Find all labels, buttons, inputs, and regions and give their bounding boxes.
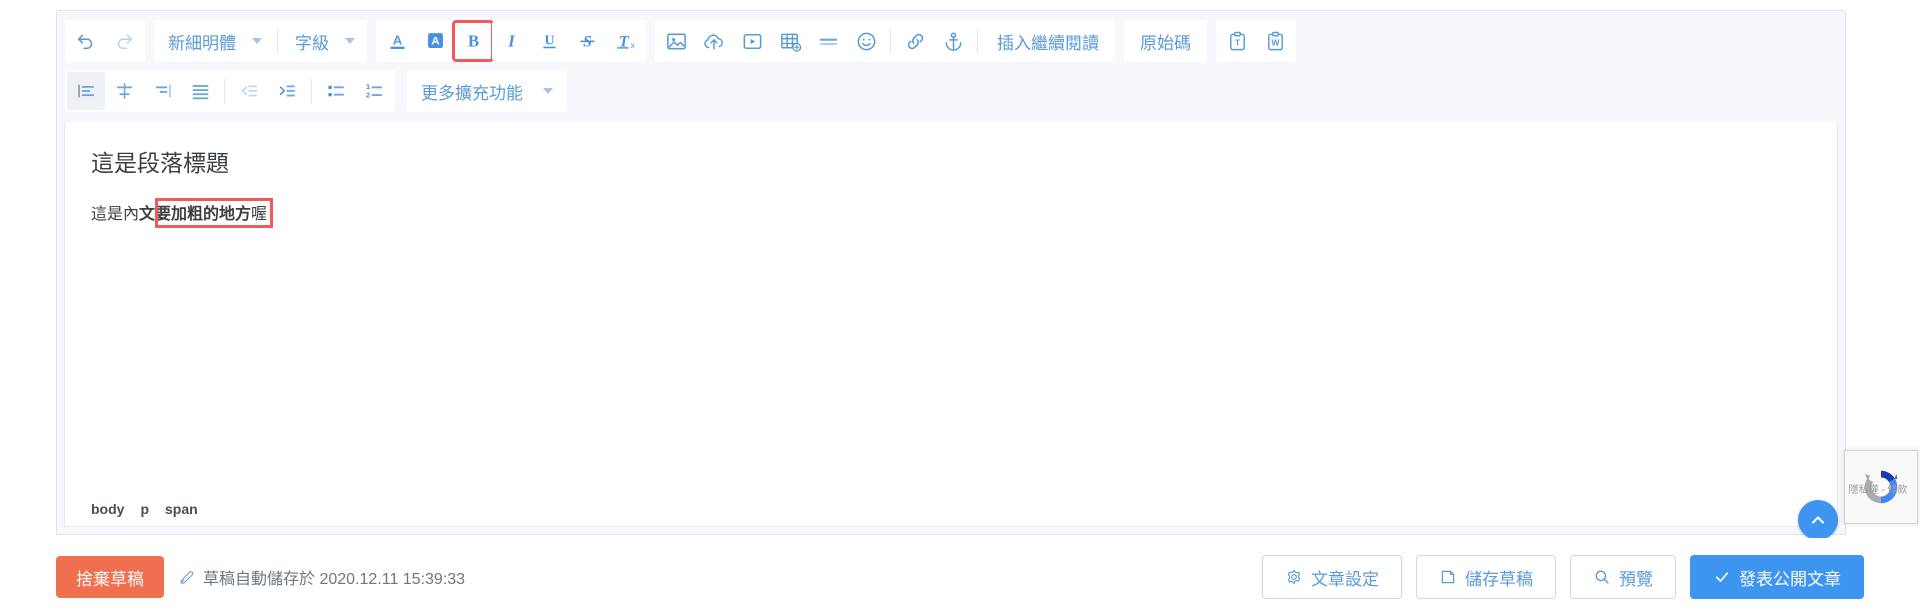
table-icon[interactable] <box>771 22 809 60</box>
bullet-list-icon[interactable] <box>317 72 355 110</box>
svg-text:A: A <box>392 33 402 48</box>
article-settings-button[interactable]: 文章設定 <box>1262 555 1402 599</box>
autosave-status: 草稿自動儲存於 2020.12.11 15:39:33 <box>178 565 465 589</box>
chevron-down-icon <box>252 38 262 44</box>
svg-text:2: 2 <box>366 90 370 99</box>
chevron-down-icon <box>543 88 553 94</box>
scroll-to-top-button[interactable] <box>1798 500 1838 540</box>
check-icon <box>1715 572 1729 582</box>
article-settings-label: 文章設定 <box>1311 569 1379 589</box>
video-icon[interactable] <box>733 22 771 60</box>
save-draft-button[interactable]: 儲存草稿 <box>1416 555 1556 599</box>
path-item-span[interactable]: span <box>165 501 198 517</box>
document-body[interactable]: 這是段落標題 這是內文要加粗的地方喔！ <box>65 123 1837 526</box>
preview-button[interactable]: 預覽 <box>1570 555 1676 599</box>
toolbar-row-secondary: 1 2 更多擴充功能 <box>57 67 1845 121</box>
bottom-action-bar: 捨棄草稿 草稿自動儲存於 2020.12.11 15:39:33 文章設定 儲存… <box>0 538 1920 616</box>
svg-text:x: x <box>630 41 634 50</box>
discard-draft-button[interactable]: 捨棄草稿 <box>56 556 164 598</box>
editor-content-area[interactable]: 這是段落標題 這是內文要加粗的地方喔！ body p span <box>64 123 1838 527</box>
redo-icon[interactable] <box>105 22 143 60</box>
italic-icon[interactable]: I <box>492 22 530 60</box>
gear-icon <box>1287 569 1301 585</box>
underline-icon[interactable]: U <box>530 22 568 60</box>
document-paragraph[interactable]: 這是內文要加粗的地方喔！ <box>91 198 284 229</box>
more-extensions-label: 更多擴充功能 <box>421 83 523 103</box>
anchor-icon[interactable] <box>934 22 972 60</box>
svg-text:W: W <box>1271 37 1280 47</box>
insert-read-more-label: 插入繼續閱讀 <box>997 33 1099 53</box>
paragraph-format-group: 1 2 <box>65 70 395 112</box>
svg-text:I: I <box>507 31 515 50</box>
text-color-icon[interactable]: A <box>378 22 416 60</box>
editor-page: 新細明體 字級 A A B I U T x 插入繼續閱讀 原始碼 T W 1 2… <box>0 0 1920 616</box>
autosave-text: 草稿自動儲存於 2020.12.11 15:39:33 <box>203 571 466 588</box>
insert-read-more-button[interactable]: 插入繼續閱讀 <box>983 22 1113 60</box>
chevron-up-icon <box>1812 516 1824 524</box>
svg-text:U: U <box>544 34 554 49</box>
publish-article-label: 發表公開文章 <box>1739 569 1841 589</box>
paste-as-text-icon[interactable]: T <box>1218 22 1256 60</box>
edit-pencil-icon <box>180 571 194 584</box>
toolbar-row-primary: 新細明體 字級 A A B I U T x 插入繼續閱讀 原始碼 T W <box>57 11 1845 67</box>
paragraph-suffix-text: 喔！ <box>251 206 284 224</box>
font-family-dropdown[interactable]: 新細明體 <box>156 22 272 60</box>
numbered-list-icon[interactable]: 1 2 <box>355 72 393 110</box>
divider <box>224 79 225 103</box>
preview-label: 預覽 <box>1619 569 1653 589</box>
image-icon[interactable] <box>657 22 695 60</box>
save-draft-label: 儲存草稿 <box>1465 569 1533 589</box>
character-format-group: A A B I U T x <box>376 20 646 62</box>
save-file-icon <box>1441 570 1455 584</box>
paste-group: T W <box>1216 20 1296 62</box>
svg-text:T: T <box>1234 37 1240 47</box>
divider <box>277 29 278 53</box>
font-size-dropdown[interactable]: 字級 <box>283 22 365 60</box>
insert-group: 插入繼續閱讀 <box>655 20 1115 62</box>
background-color-icon[interactable]: A <box>416 22 454 60</box>
search-icon <box>1595 570 1609 584</box>
source-code-button[interactable]: 原始碼 <box>1126 22 1205 60</box>
paste-from-word-icon[interactable]: W <box>1256 22 1294 60</box>
remove-format-icon[interactable]: T x <box>606 22 644 60</box>
path-item-p[interactable]: p <box>140 501 149 517</box>
publish-article-button[interactable]: 發表公開文章 <box>1690 555 1864 599</box>
document-heading[interactable]: 這是段落標題 <box>91 147 1811 179</box>
divider <box>977 29 978 53</box>
font-controls-group: 新細明體 字級 <box>154 20 367 62</box>
strikethrough-icon[interactable]: S <box>568 22 606 60</box>
source-code-group: 原始碼 <box>1124 20 1207 62</box>
path-item-body[interactable]: body <box>91 501 124 517</box>
history-group <box>65 20 145 62</box>
emoji-icon[interactable] <box>847 22 885 60</box>
divider <box>890 29 891 53</box>
divider <box>311 79 312 103</box>
align-left-icon[interactable] <box>67 72 105 110</box>
horizontal-rule-icon[interactable] <box>809 22 847 60</box>
link-icon[interactable] <box>896 22 934 60</box>
element-path-breadcrumb: body p span <box>65 492 1837 526</box>
undo-icon[interactable] <box>67 22 105 60</box>
align-center-icon[interactable] <box>105 72 143 110</box>
paragraph-prefix-text: 這是內 <box>91 206 140 224</box>
font-size-label: 字級 <box>295 33 329 53</box>
align-right-icon[interactable] <box>143 72 181 110</box>
recaptcha-badge[interactable] <box>1844 450 1918 524</box>
more-extensions-dropdown[interactable]: 更多擴充功能 <box>407 70 567 112</box>
font-family-label: 新細明體 <box>168 33 236 53</box>
recaptcha-icon <box>1864 470 1898 504</box>
source-code-label: 原始碼 <box>1140 33 1191 53</box>
paragraph-bold-text: 文要加粗的地方 <box>139 206 252 224</box>
outdent-icon[interactable] <box>230 72 268 110</box>
svg-text:A: A <box>431 36 439 48</box>
svg-text:B: B <box>467 31 478 50</box>
cloud-upload-icon[interactable] <box>695 22 733 60</box>
bold-icon[interactable]: B <box>452 20 494 62</box>
editor-container: 新細明體 字級 A A B I U T x 插入繼續閱讀 原始碼 T W 1 2… <box>56 10 1846 535</box>
chevron-down-icon <box>345 38 355 44</box>
indent-icon[interactable] <box>268 72 306 110</box>
align-justify-icon[interactable] <box>181 72 219 110</box>
